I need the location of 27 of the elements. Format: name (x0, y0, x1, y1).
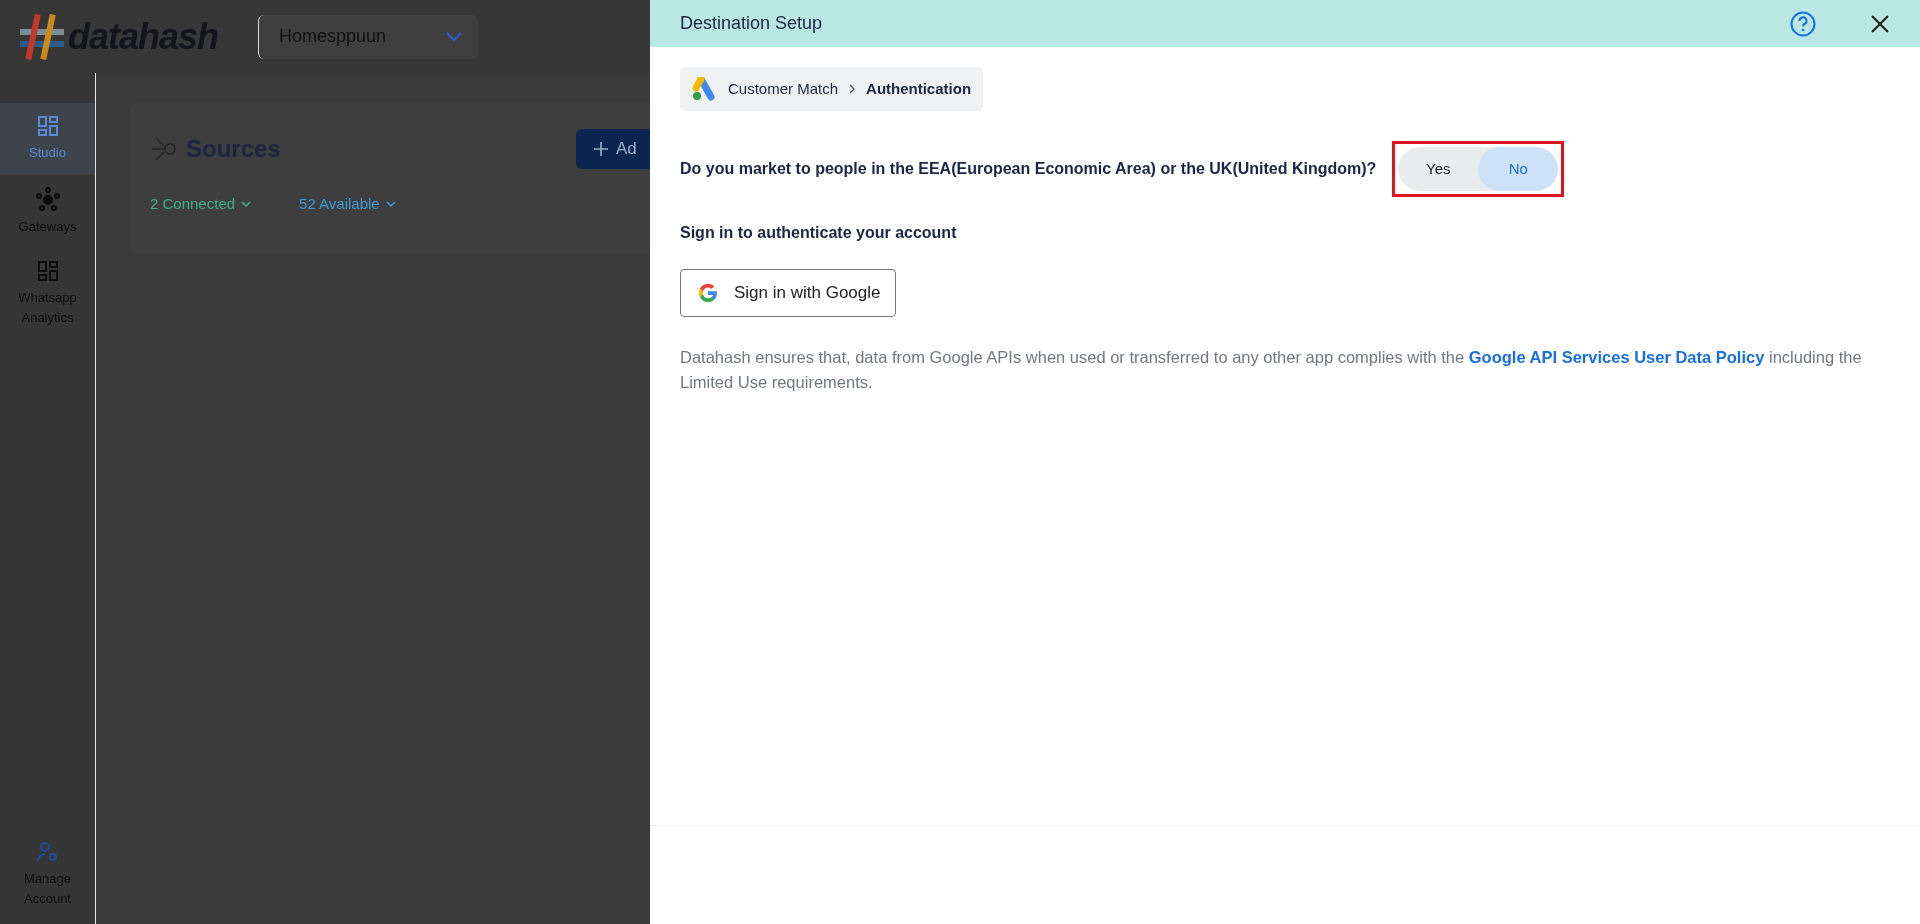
network-icon (35, 186, 60, 211)
filter-dropdown[interactable]: 2 Connected (150, 193, 252, 216)
toggle-option[interactable]: No (1478, 147, 1559, 191)
plus-icon (594, 142, 608, 156)
question-text: Do you market to people in the EEA(European Economic Area) or the UK(United Kingdom)? (680, 159, 1377, 179)
hash-logo-icon (20, 13, 64, 60)
grid-icon (36, 115, 59, 137)
chevron-down-icon (446, 31, 463, 42)
ads-logo-icon (692, 77, 718, 101)
chevron-down-icon (241, 201, 252, 208)
google-signin-button[interactable]: Sign in with Google (680, 269, 897, 317)
grid-icon (36, 260, 59, 282)
close-icon[interactable] (1870, 13, 1890, 34)
policy-notice: Datahash ensures that, data from Google APIs when used or transferred to any other app complies with the Google API Services User Data Policy including the Limited Use requirements. (680, 346, 1863, 394)
chevron-right-icon (848, 84, 857, 94)
breadcrumb-item[interactable]: Customer Match (728, 77, 839, 101)
policy-link[interactable]: Google API Services User Data Policy (1468, 347, 1765, 366)
toggle-option[interactable]: Yes (1398, 147, 1479, 191)
signin-heading: Sign in to authenticate your account (680, 223, 958, 243)
drawer-title: Destination Setup (680, 12, 823, 35)
filter-dropdown[interactable]: 52 Available (299, 193, 396, 216)
sidebar-item[interactable]: Studio (0, 103, 95, 175)
help-icon[interactable] (1790, 10, 1816, 37)
sources-icon (150, 135, 178, 163)
add-button[interactable]: Ad (576, 129, 650, 169)
chevron-down-icon (385, 201, 396, 208)
breadcrumb-item: Authentication (866, 78, 972, 99)
